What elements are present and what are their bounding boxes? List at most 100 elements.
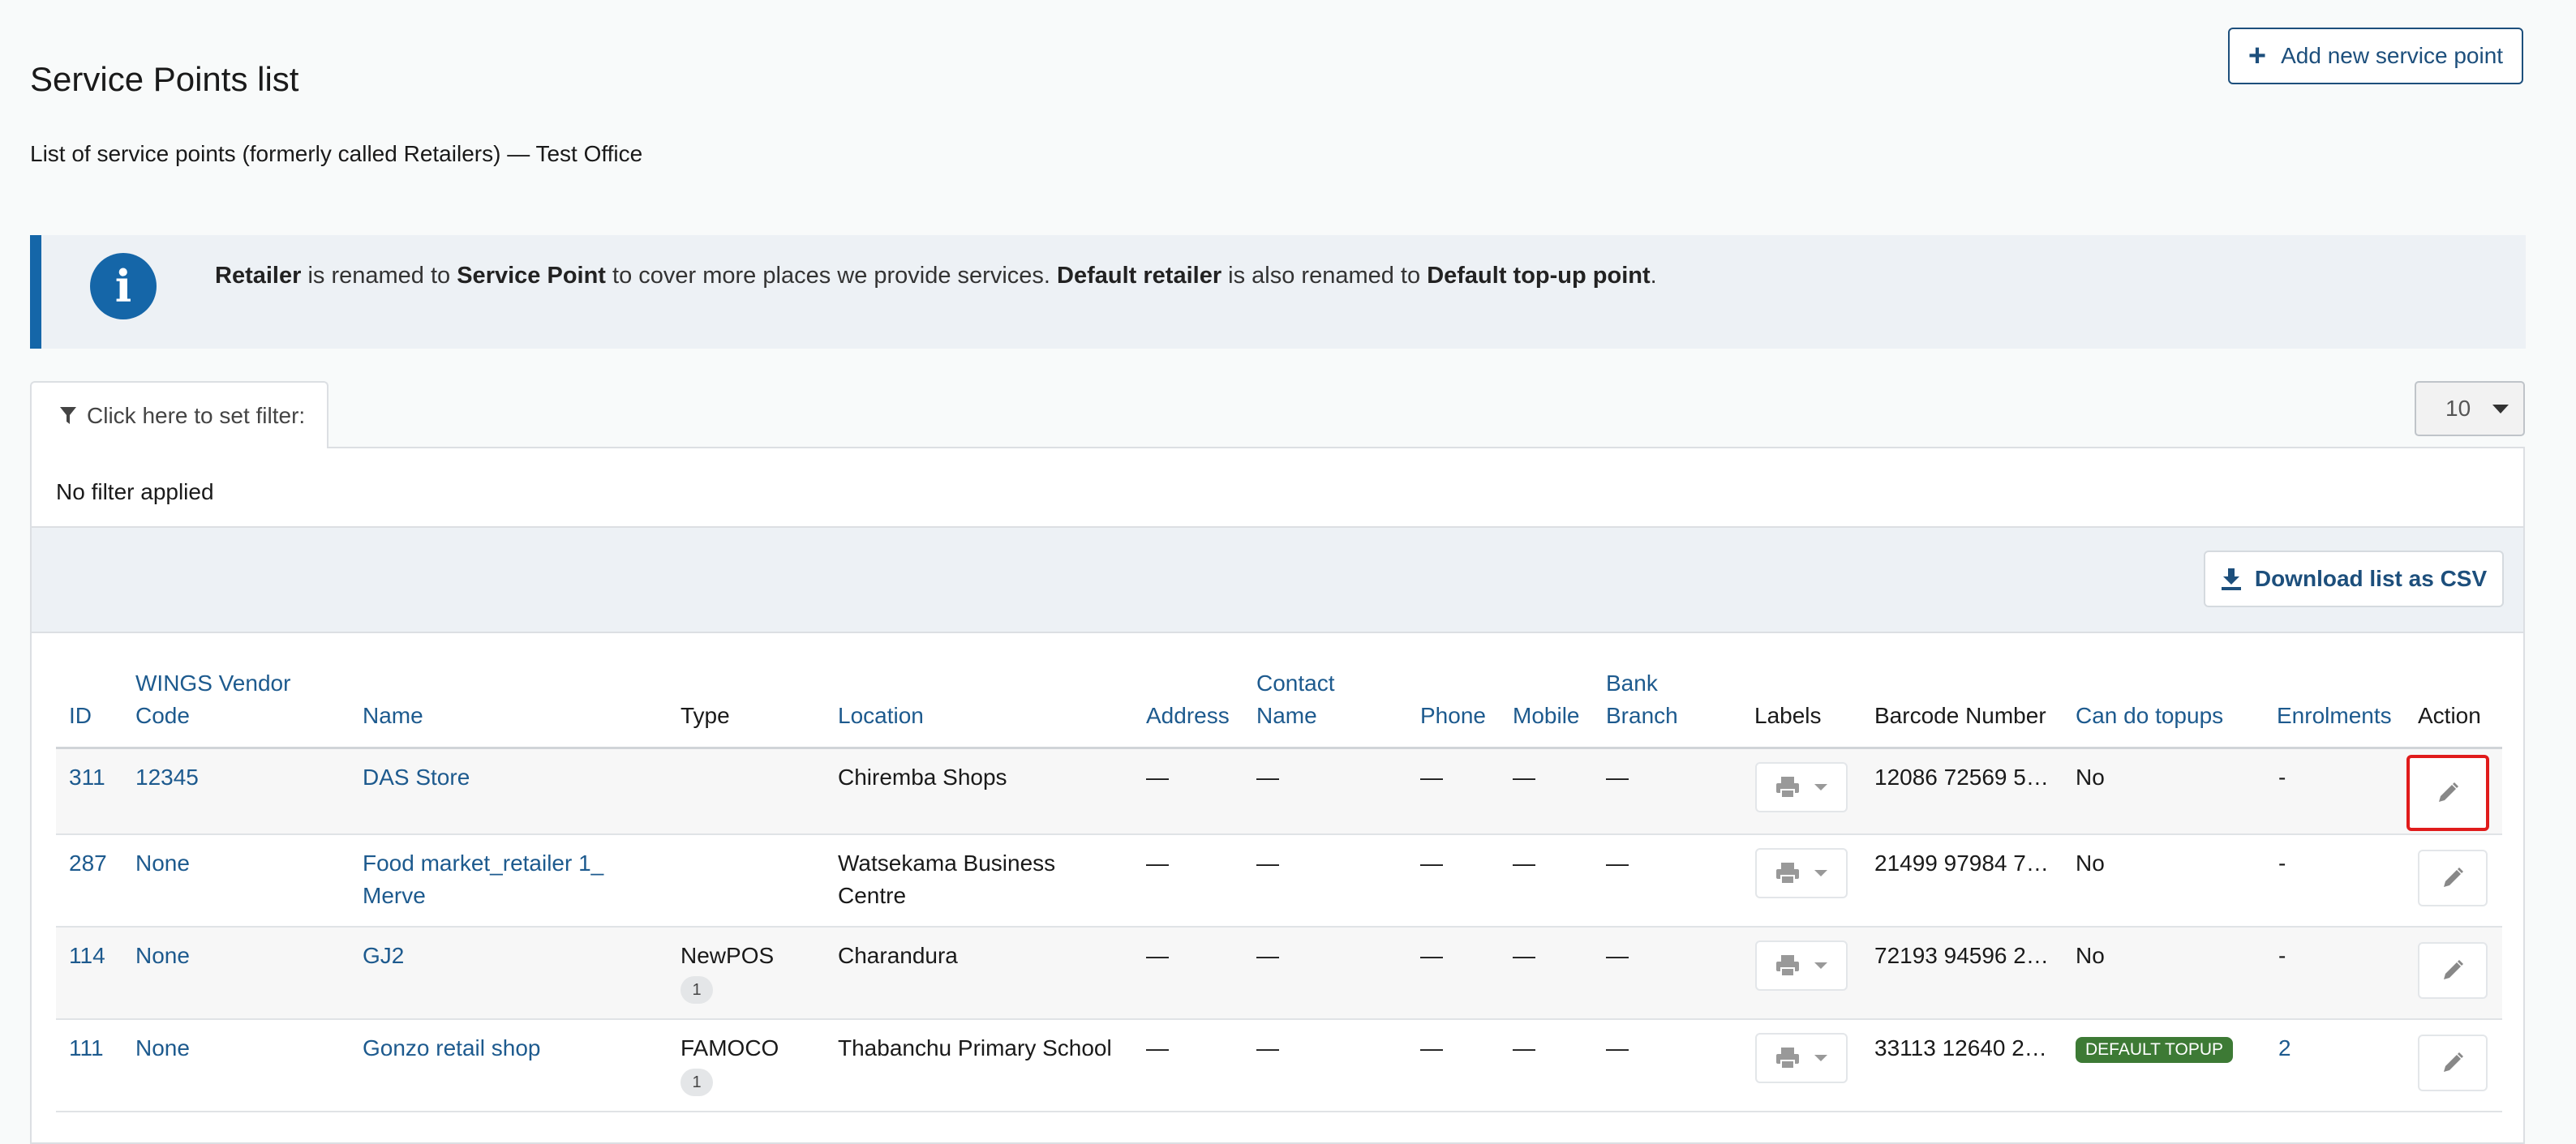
- cell-can-do-topups: No: [2076, 943, 2105, 968]
- edit-button[interactable]: [2418, 942, 2488, 999]
- plus-icon: +: [2248, 39, 2267, 73]
- type-count-badge: 1: [680, 1069, 713, 1096]
- cell-can-do-topups: No: [2076, 851, 2105, 876]
- column-header-address[interactable]: Address: [1146, 700, 1230, 732]
- cell-vendor-code[interactable]: None: [135, 847, 190, 880]
- pencil-icon: [2439, 782, 2458, 802]
- info-icon: i: [90, 253, 157, 319]
- type-count-badge: 1: [680, 976, 713, 1004]
- edit-button[interactable]: [2418, 1035, 2488, 1091]
- cell-contact-name: —: [1256, 943, 1279, 968]
- column-header-vendor-code[interactable]: WINGS Vendor Code: [135, 667, 290, 732]
- edit-button[interactable]: [2406, 755, 2489, 831]
- cell-location: Charandura: [838, 943, 958, 968]
- download-icon: [2221, 568, 2241, 590]
- filter-tab-label: Click here to set filter:: [87, 402, 306, 428]
- cell-barcode: 72193 94596 2…: [1874, 943, 2049, 968]
- cell-phone: —: [1420, 943, 1443, 968]
- column-header-phone[interactable]: Phone: [1420, 700, 1486, 732]
- column-header-enrolments[interactable]: Enrolments: [2277, 700, 2392, 732]
- column-header-type: Type: [680, 703, 730, 728]
- column-header-can-do-topups[interactable]: Can do topups: [2076, 700, 2223, 732]
- column-header-labels: Labels: [1754, 703, 1822, 728]
- column-header-mobile[interactable]: Mobile: [1513, 700, 1579, 732]
- printer-icon: [1776, 1048, 1799, 1069]
- column-header-action: Action: [2418, 703, 2481, 728]
- cell-bank-branch: —: [1606, 943, 1629, 968]
- caret-down-icon: [1814, 1055, 1827, 1061]
- cell-barcode: 12086 72569 5…: [1874, 765, 2049, 790]
- cell-contact-name: —: [1256, 851, 1279, 876]
- cell-vendor-code[interactable]: None: [135, 940, 190, 972]
- edit-button[interactable]: [2418, 850, 2488, 906]
- info-alert: i Retailer is renamed to Service Point t…: [30, 235, 2526, 349]
- cell-address: —: [1146, 943, 1169, 968]
- cell-id[interactable]: 111: [69, 1032, 104, 1065]
- print-labels-button[interactable]: [1755, 940, 1848, 991]
- column-header-name[interactable]: Name: [363, 700, 423, 732]
- caret-down-icon: [2492, 404, 2509, 413]
- cell-type: NewPOS: [680, 943, 775, 968]
- column-header-id[interactable]: ID: [69, 700, 92, 732]
- info-message: Retailer is renamed to Service Point to …: [215, 263, 1657, 289]
- column-header-location[interactable]: Location: [838, 700, 924, 732]
- cell-can-do-topups: No: [2076, 765, 2105, 790]
- caret-down-icon: [1814, 962, 1827, 969]
- cell-barcode: 21499 97984 7…: [1874, 851, 2049, 876]
- default-topup-badge: DEFAULT TOPUP: [2076, 1037, 2233, 1063]
- add-service-point-button[interactable]: + Add new service point: [2228, 28, 2523, 84]
- add-service-point-label: Add new service point: [2281, 43, 2504, 68]
- cell-id[interactable]: 311: [69, 761, 105, 794]
- cell-enrolments: -: [2278, 851, 2286, 876]
- cell-vendor-code[interactable]: 12345: [135, 761, 199, 794]
- cell-location: Watsekama Business Centre: [838, 851, 1056, 908]
- table-toolbar: Download list as CSV: [32, 528, 2523, 633]
- printer-icon: [1776, 777, 1799, 799]
- filter-status: No filter applied: [56, 479, 214, 504]
- cell-name[interactable]: GJ2: [363, 940, 404, 972]
- cell-enrolments: -: [2278, 765, 2286, 790]
- cell-mobile: —: [1513, 943, 1535, 968]
- cell-phone: —: [1420, 765, 1443, 790]
- printer-icon: [1776, 955, 1799, 977]
- download-csv-label: Download list as CSV: [2254, 566, 2488, 591]
- column-header-contact-name[interactable]: Contact Name: [1256, 667, 1335, 732]
- service-points-table-card: Download list as CSV ID WINGS Vendor Code…: [30, 528, 2525, 1144]
- column-header-bank-branch[interactable]: Bank Branch: [1606, 667, 1678, 732]
- cell-barcode: 33113 12640 2…: [1874, 1035, 2047, 1060]
- filter-toggle-tab[interactable]: Click here to set filter:: [30, 381, 328, 448]
- table-row: [56, 928, 2502, 1020]
- filter-icon: [60, 406, 76, 424]
- printer-icon: [1776, 863, 1799, 885]
- cell-contact-name: —: [1256, 1035, 1279, 1060]
- download-csv-button[interactable]: Download list as CSV: [2204, 551, 2504, 607]
- column-header-barcode: Barcode Number: [1874, 703, 2046, 728]
- cell-name[interactable]: Food market_retailer 1_ Merve: [363, 847, 603, 912]
- page-size-select[interactable]: 10: [2415, 381, 2525, 436]
- pencil-icon: [2444, 1052, 2463, 1072]
- cell-contact-name: —: [1256, 765, 1279, 790]
- cell-enrolments: -: [2278, 943, 2286, 968]
- cell-address: —: [1146, 765, 1169, 790]
- cell-vendor-code[interactable]: None: [135, 1032, 190, 1065]
- caret-down-icon: [1814, 870, 1827, 876]
- cell-bank-branch: —: [1606, 1035, 1629, 1060]
- cell-mobile: —: [1513, 1035, 1535, 1060]
- pencil-icon: [2444, 960, 2463, 979]
- cell-mobile: —: [1513, 765, 1535, 790]
- cell-name[interactable]: DAS Store: [363, 761, 470, 794]
- print-labels-button[interactable]: [1755, 848, 1848, 898]
- cell-enrolments[interactable]: 2: [2278, 1032, 2291, 1065]
- cell-location: Chiremba Shops: [838, 765, 1007, 790]
- cell-phone: —: [1420, 851, 1443, 876]
- cell-id[interactable]: 114: [69, 940, 105, 972]
- page-title: Service Points list: [30, 60, 299, 98]
- cell-mobile: —: [1513, 851, 1535, 876]
- print-labels-button[interactable]: [1755, 762, 1848, 812]
- print-labels-button[interactable]: [1755, 1033, 1848, 1083]
- cell-location: Thabanchu Primary School: [838, 1035, 1112, 1060]
- cell-name[interactable]: Gonzo retail shop: [363, 1032, 540, 1065]
- cell-address: —: [1146, 851, 1169, 876]
- cell-bank-branch: —: [1606, 765, 1629, 790]
- cell-id[interactable]: 287: [69, 847, 107, 880]
